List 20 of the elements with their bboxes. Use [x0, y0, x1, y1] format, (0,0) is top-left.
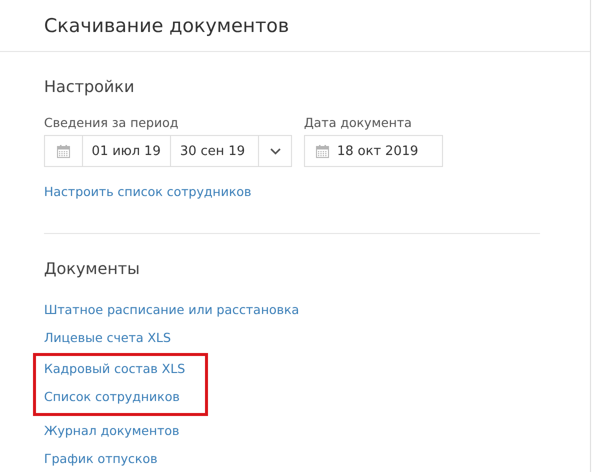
document-link[interactable]: Кадровый состав XLS: [44, 361, 186, 377]
field-label: Дата документа: [304, 115, 413, 131]
document-link[interactable]: Список сотрудников: [44, 389, 180, 405]
document-link[interactable]: График отпусков: [44, 451, 158, 467]
field-label: Сведения за период: [44, 115, 180, 131]
window-title: Скачивание документов: [44, 14, 290, 36]
section-heading: Документы: [44, 259, 141, 279]
link[interactable]: Настроить список сотрудников: [44, 184, 252, 200]
calendar-icon: [316, 144, 329, 158]
date-field[interactable]: 18 окт 2019: [304, 135, 443, 167]
document-link[interactable]: Штатное расписание или расстановка: [44, 302, 300, 318]
calendar-icon: [56, 144, 70, 158]
date-value: 18 окт 2019: [337, 144, 418, 158]
date-range-field[interactable]: 01 июл 19 30 сен 19: [44, 135, 292, 167]
section-heading: Настройки: [44, 77, 136, 97]
date-from[interactable]: 01 июл 19: [82, 136, 171, 166]
document-link[interactable]: Лицевые счета XLS: [44, 330, 171, 346]
date-to[interactable]: 30 сен 19: [170, 136, 260, 166]
document-link[interactable]: Журнал документов: [44, 423, 180, 439]
chevron-down-icon[interactable]: [270, 148, 281, 154]
